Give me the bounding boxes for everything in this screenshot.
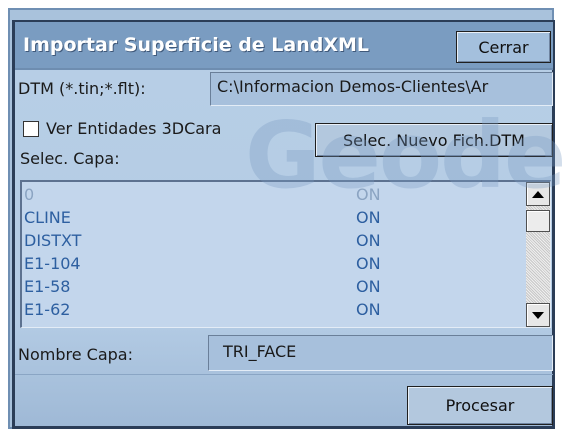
- layer-state: ON: [356, 208, 381, 227]
- layer-name: E1-104: [24, 254, 81, 273]
- layer-name: E1-62: [24, 300, 71, 319]
- scroll-down-button[interactable]: [526, 303, 550, 327]
- dtm-path-field[interactable]: C:\Informacion Demos-Clientes\Ar: [210, 72, 553, 106]
- arrow-up-icon: [532, 190, 544, 198]
- import-dialog: Importar Superficie de LandXML Cerrar DT…: [12, 20, 562, 429]
- scroll-thumb[interactable]: [526, 210, 550, 232]
- layer-name: CLINE: [24, 208, 71, 227]
- arrow-down-icon: [532, 311, 544, 319]
- select-layer-label: Selec. Capa:: [20, 149, 120, 168]
- title-bar: Importar Superficie de LandXML Cerrar: [15, 22, 553, 70]
- layer-state: ON: [356, 231, 381, 250]
- layer-name: 0: [24, 185, 35, 204]
- list-item[interactable]: 0 ON: [22, 184, 526, 206]
- layer-name: E1-58: [24, 277, 71, 296]
- list-item[interactable]: E1-104 ON: [22, 253, 526, 275]
- layer-name: DISTXT: [24, 231, 82, 250]
- list-item[interactable]: E1-58 ON: [22, 276, 526, 298]
- divider: [15, 374, 553, 375]
- layer-list-scrollbar[interactable]: [526, 182, 550, 327]
- entities-3d-label: Ver Entidades 3DCara: [46, 119, 222, 138]
- layer-name-field[interactable]: TRI_FACE: [208, 335, 553, 371]
- layer-state: ON: [356, 254, 381, 273]
- layer-list[interactable]: 0 ON CLINE ON DISTXT ON E1-104 ON E1-58 …: [20, 180, 551, 328]
- layer-state: ON: [356, 277, 381, 296]
- process-button[interactable]: Procesar: [407, 386, 553, 425]
- close-button[interactable]: Cerrar: [456, 31, 551, 63]
- scroll-up-button[interactable]: [526, 182, 550, 206]
- layer-state: ON: [356, 185, 381, 204]
- dialog-title: Importar Superficie de LandXML: [23, 34, 370, 56]
- layer-name-label: Nombre Capa:: [18, 345, 133, 364]
- layer-state: ON: [356, 300, 381, 319]
- list-item[interactable]: CLINE ON: [22, 207, 526, 229]
- entities-3d-checkbox[interactable]: [23, 121, 39, 137]
- list-item[interactable]: DISTXT ON: [22, 230, 526, 252]
- dtm-label: DTM (*.tin;*.flt):: [18, 79, 146, 98]
- select-new-dtm-button[interactable]: Selec. Nuevo Fich.DTM: [315, 123, 553, 157]
- list-item[interactable]: E1-62 ON: [22, 299, 526, 321]
